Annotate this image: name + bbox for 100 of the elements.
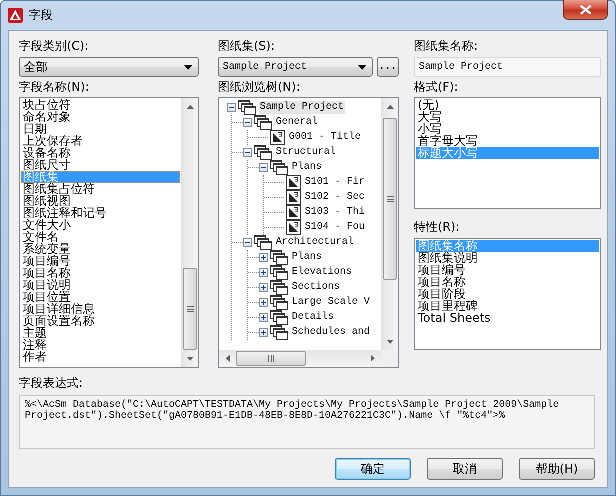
stack-icon xyxy=(270,250,288,265)
expand-toggle[interactable] xyxy=(243,238,252,247)
list-item[interactable]: 主题 xyxy=(21,327,180,339)
scrollbar[interactable] xyxy=(181,98,198,367)
list-item[interactable]: 图纸视图 xyxy=(21,195,180,207)
list-item[interactable]: 图纸尺寸 xyxy=(21,159,180,171)
list-item[interactable]: 系统变量 xyxy=(21,243,180,255)
expression-field[interactable]: %<\AcSm Database("C:\AutoCAPT\TESTDATA\My Projects\My Projects\Sample Project 2009\Sample Project.dst").SheetSet("gA0780B91-E1DB-48EB-8E8D-10A276221C3C").Name \f "%tc4">% xyxy=(19,395,595,449)
list-item[interactable]: 项目编号 xyxy=(21,255,180,267)
expand-toggle[interactable] xyxy=(259,163,268,172)
caret-icon xyxy=(358,64,367,70)
field-label: 字段类别(C): xyxy=(19,40,89,53)
expand-toggle[interactable] xyxy=(259,253,268,262)
grip-icon xyxy=(386,196,394,202)
dialog-button[interactable]: 取消 xyxy=(427,458,503,480)
list-item[interactable]: 上次保存者 xyxy=(21,135,180,147)
expand-toggle[interactable] xyxy=(243,148,252,157)
tree-item[interactable]: S101 - Fir xyxy=(304,176,366,189)
list-item[interactable]: 设备名称 xyxy=(21,147,180,159)
minus-icon xyxy=(244,149,251,156)
list-item[interactable]: 注释 xyxy=(21,339,180,351)
text-field[interactable]: Sample Project xyxy=(414,57,601,77)
browse-button[interactable]: ... xyxy=(377,57,399,77)
expand-toggle[interactable] xyxy=(259,283,268,292)
field-label: 图纸集名称: xyxy=(414,40,478,53)
list-item[interactable]: 项目详细信息 xyxy=(21,303,180,315)
sheet-icon xyxy=(286,175,301,190)
dropdown[interactable]: 全部 xyxy=(19,57,199,77)
scroll-thumb[interactable] xyxy=(383,118,397,280)
tree-item[interactable]: Schedules and xyxy=(291,326,372,339)
list-item[interactable]: 项目名称 xyxy=(21,267,180,279)
down-arrow-icon xyxy=(386,340,394,344)
tree-item[interactable]: G001 - Title xyxy=(288,131,362,144)
expand-toggle[interactable] xyxy=(259,268,268,277)
sheet-icon xyxy=(270,130,285,145)
list-item[interactable]: 文件大小 xyxy=(21,219,180,231)
list-item[interactable]: 项目编号 xyxy=(416,264,599,276)
expand-toggle[interactable] xyxy=(227,103,236,112)
dialog-button[interactable]: 确定 xyxy=(335,458,411,480)
list-item[interactable]: 项目阶段 xyxy=(416,288,599,300)
tree-item[interactable]: Structural xyxy=(275,146,338,159)
list-item[interactable]: 项目说明 xyxy=(21,279,180,291)
list-box[interactable]: 图纸集名称 图纸集说明 项目编号 项目名称 项目阶段 项目里程碑 Total Sheets xyxy=(414,238,601,350)
grip-icon xyxy=(268,355,274,362)
stack-icon xyxy=(254,145,272,160)
expand-toggle[interactable] xyxy=(243,118,252,127)
tree-item[interactable]: General xyxy=(275,116,320,129)
tree-item[interactable]: Elevations xyxy=(291,266,354,279)
list-box[interactable]: 块占位符 命名对象 日期 上次保存者 设备名称 图纸尺寸 图纸集 图纸集占位符 图纸视图 图纸注释和记号 文件大小 文件名 系统变量 项目编号 项目名称 项目说明 项目位置 项目详细信息 页面设置名称 主题 注释 作者 xyxy=(19,97,199,368)
tree-item[interactable]: Large Scale V xyxy=(291,296,372,309)
app-icon xyxy=(8,8,23,23)
list-item[interactable]: 项目名称 xyxy=(416,276,599,288)
list-item[interactable]: 项目里程碑 xyxy=(416,300,599,312)
list-box[interactable]: (无) 大写 小写 首字母大写 标题大小写 xyxy=(414,97,601,209)
window-title: 字段 xyxy=(29,7,53,24)
tree-item[interactable]: Plans xyxy=(291,161,324,174)
list-item[interactable]: 图纸集说明 xyxy=(416,252,599,264)
stack-icon xyxy=(270,310,288,325)
stack-icon xyxy=(254,115,272,130)
up-arrow-icon xyxy=(186,104,194,108)
list-item[interactable]: 图纸注释和记号 xyxy=(21,207,180,219)
tree-item[interactable]: Plans xyxy=(291,251,324,264)
scrollbar[interactable] xyxy=(381,98,398,350)
field-label: 图纸集(S): xyxy=(218,40,276,53)
tree-item[interactable]: S102 - Sec xyxy=(304,191,366,204)
list-item[interactable]: 图纸集占位符 xyxy=(21,183,180,195)
list-item[interactable]: 大写 xyxy=(416,111,599,123)
tree-item[interactable]: Architectural xyxy=(275,236,356,249)
list-item[interactable]: Total Sheets xyxy=(416,312,599,324)
stack-icon xyxy=(270,295,288,310)
tree-item[interactable]: Sample Project xyxy=(259,101,346,114)
list-item[interactable]: 命名对象 xyxy=(21,111,180,123)
expand-toggle[interactable] xyxy=(259,328,268,337)
tree-item[interactable]: Sections xyxy=(291,281,342,294)
list-item[interactable]: 块占位符 xyxy=(21,99,180,111)
list-item[interactable]: (无) xyxy=(416,99,599,111)
dropdown[interactable]: Sample Project xyxy=(218,57,373,77)
tree-view[interactable]: Sample Project General G001 - Title Structural Plans S101 - Fir S102 - Sec S103 - Thi S104 - Fou Architectural Plans Elevations Sections Large Scale V Details Schedules and xyxy=(218,97,399,368)
scroll-thumb[interactable] xyxy=(183,268,197,350)
list-item[interactable]: 文件名 xyxy=(21,231,180,243)
stack-icon xyxy=(270,280,288,295)
list-item[interactable]: 首字母大写 xyxy=(416,135,599,147)
field-label: 特性(R): xyxy=(414,221,460,234)
caret-icon xyxy=(184,64,193,70)
dialog-button[interactable]: 帮助(H) xyxy=(519,458,595,480)
expand-toggle[interactable] xyxy=(259,298,268,307)
expand-toggle[interactable] xyxy=(259,313,268,322)
close-button[interactable] xyxy=(563,0,608,20)
list-item[interactable]: 页面设置名称 xyxy=(21,315,180,327)
tree-item[interactable]: Details xyxy=(291,311,336,324)
list-item[interactable]: 小写 xyxy=(416,123,599,135)
plus-icon xyxy=(260,284,267,291)
tree-item[interactable]: S104 - Fou xyxy=(304,221,366,234)
tree-item[interactable]: S103 - Thi xyxy=(304,206,366,219)
list-item[interactable]: 作者 xyxy=(21,351,180,363)
list-item[interactable]: 日期 xyxy=(21,123,180,135)
scroll-thumb[interactable] xyxy=(236,351,306,366)
list-item[interactable]: 项目位置 xyxy=(21,291,180,303)
field-label: 格式(F): xyxy=(414,81,458,94)
scrollbar[interactable] xyxy=(219,350,381,367)
